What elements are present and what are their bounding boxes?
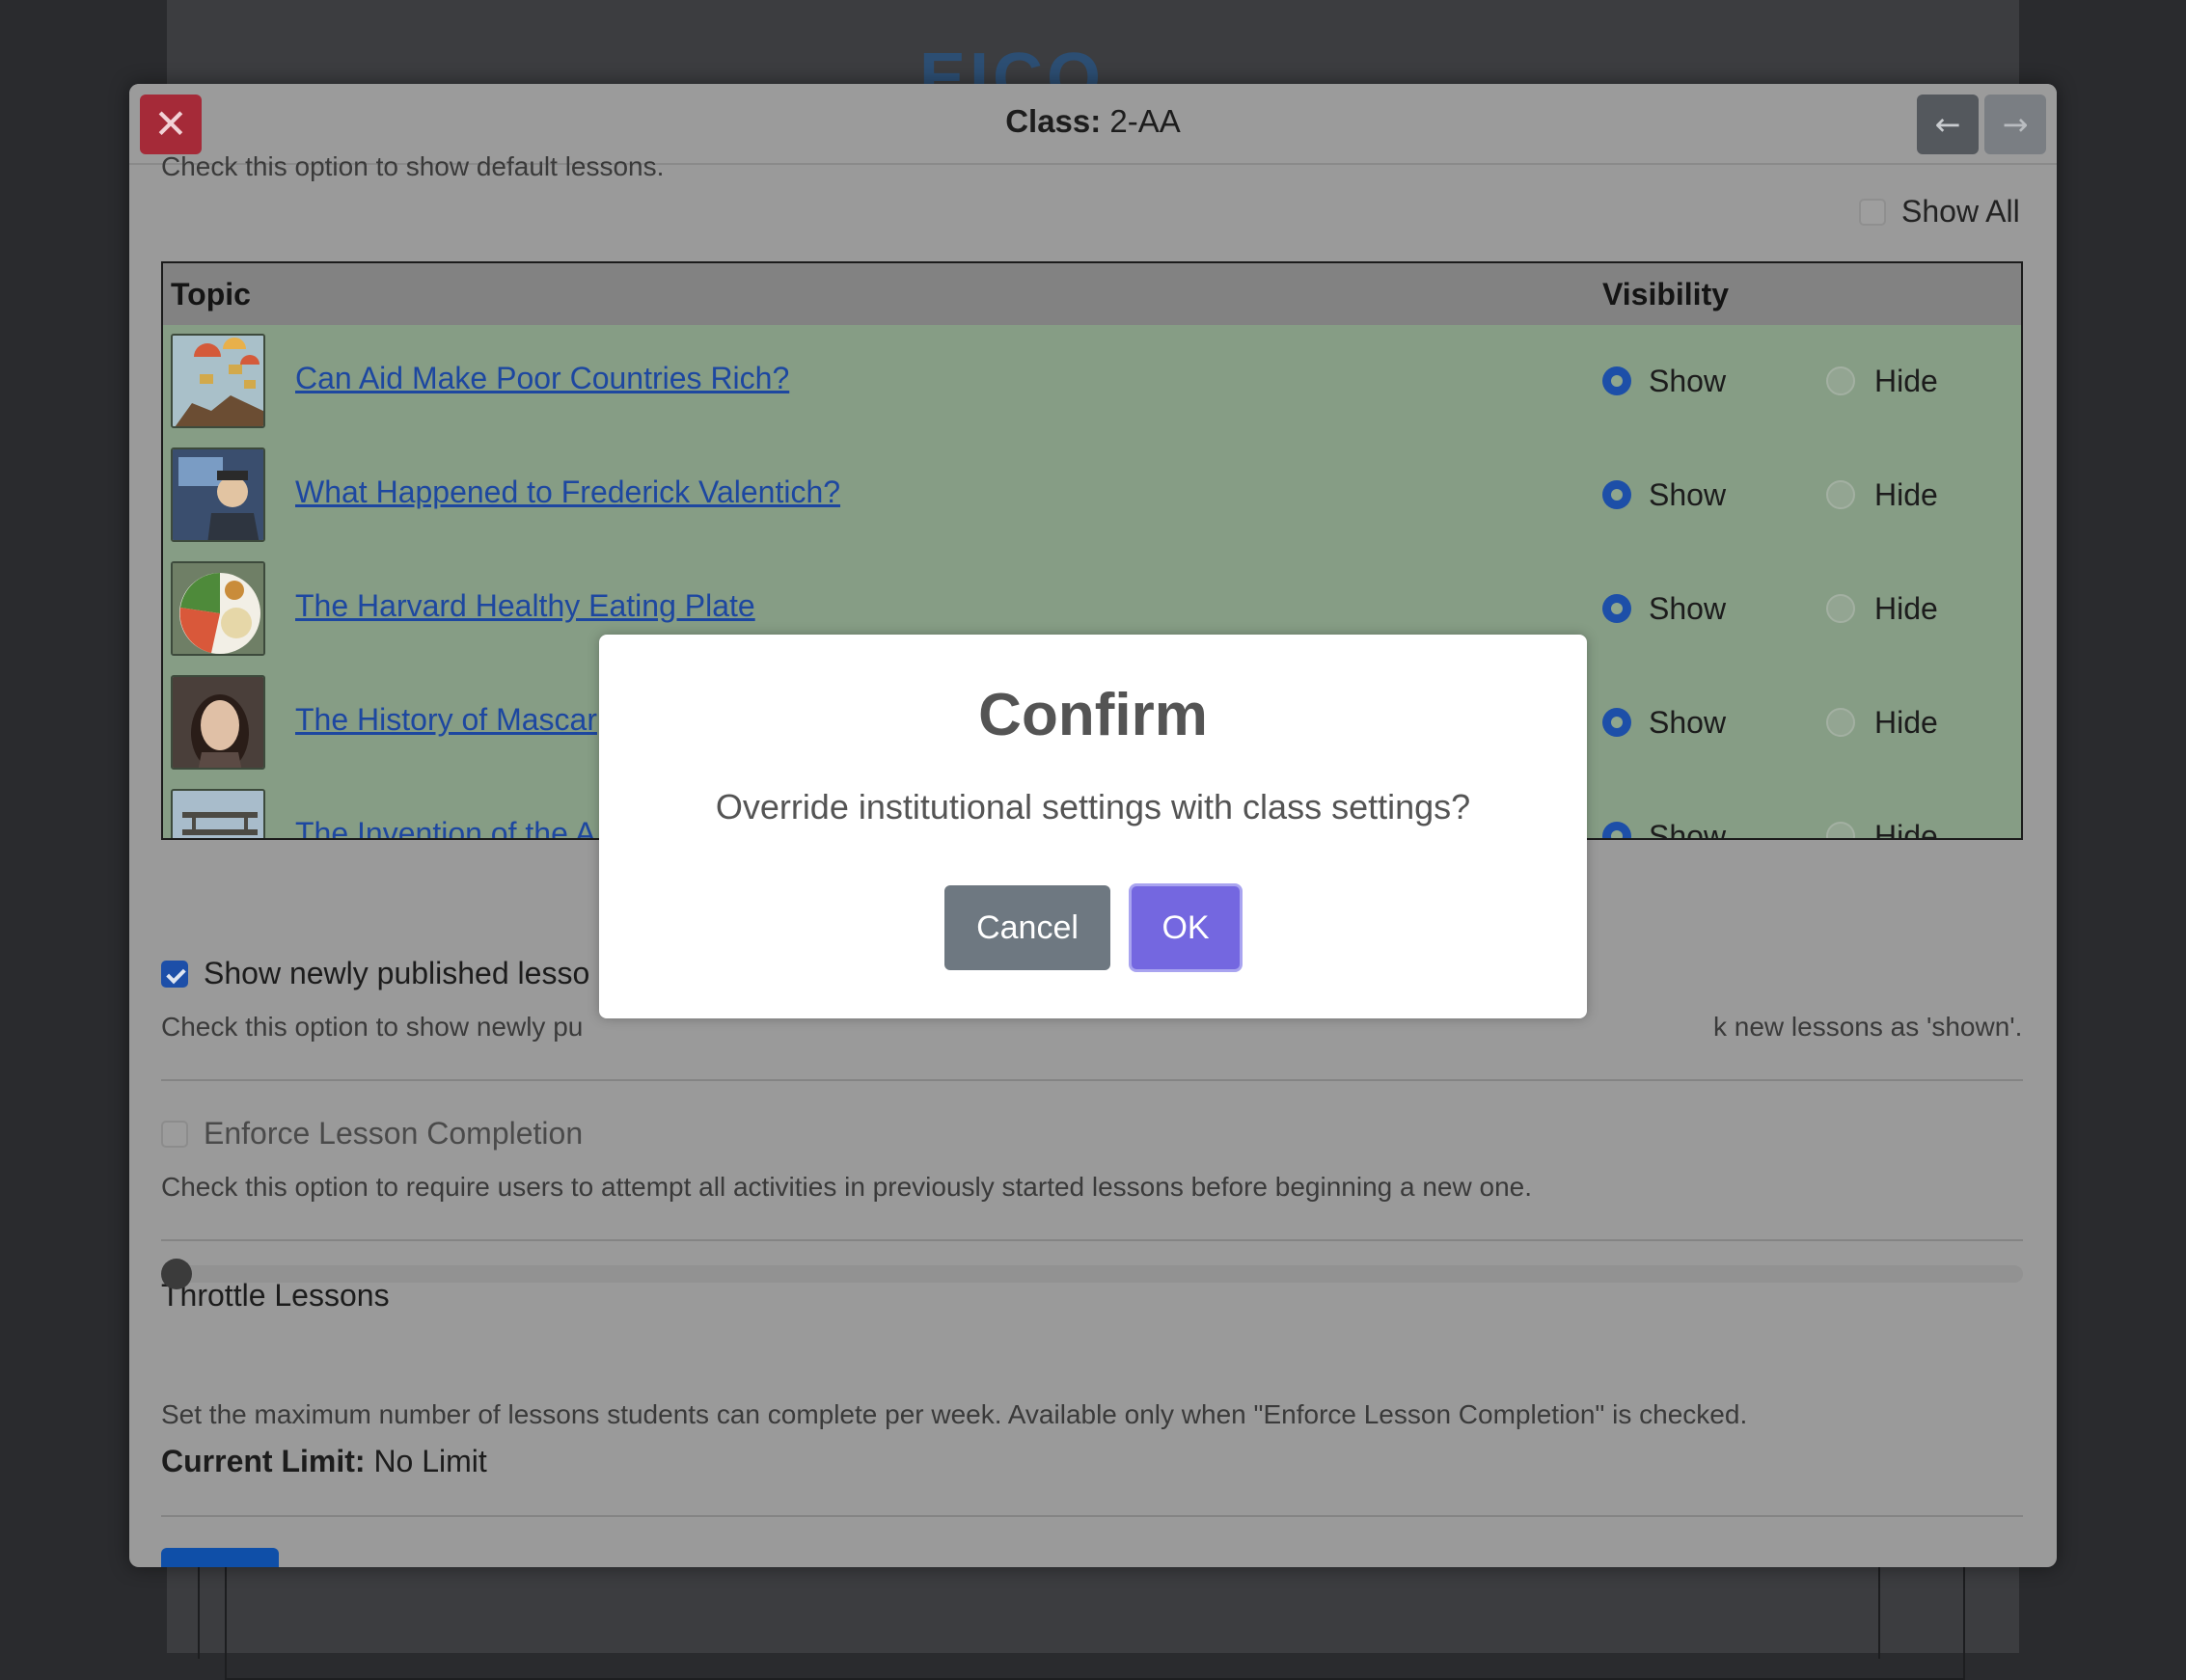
show-radio[interactable]: [1602, 594, 1631, 623]
throttle-slider-thumb[interactable]: [161, 1259, 192, 1289]
background-frame: [225, 1562, 1965, 1680]
show-radio[interactable]: [1602, 822, 1631, 838]
hide-radio[interactable]: [1826, 822, 1855, 838]
show-radio[interactable]: [1602, 480, 1631, 509]
confirm-title: Confirm: [978, 682, 1208, 748]
enforce-completion-toggle[interactable]: Enforce Lesson Completion: [161, 1116, 583, 1152]
pilot-portrait-icon: [173, 449, 263, 540]
divider: [161, 1515, 2023, 1517]
modal-title: Class: 2-AA: [129, 103, 2057, 140]
show-radio-label: Show: [1649, 591, 1727, 626]
modal-title-value: 2-AA: [1109, 103, 1181, 139]
lesson-link[interactable]: The Invention of the A: [295, 816, 595, 838]
parachute-aid-icon: [173, 336, 263, 426]
new-lessons-toggle[interactable]: Show newly published lesso: [161, 956, 589, 991]
arrow-left-icon: ←: [1934, 106, 1961, 143]
lesson-thumbnail: [171, 334, 265, 428]
header-visibility: Visibility: [1602, 277, 1730, 312]
new-lessons-help-left: Check this option to show newly pu: [161, 1012, 584, 1042]
enforce-completion-checkbox[interactable]: [161, 1120, 188, 1148]
new-lessons-checkbox[interactable]: [161, 960, 188, 988]
save-button[interactable]: Save: [161, 1548, 279, 1567]
show-radio[interactable]: [1602, 366, 1631, 395]
hide-radio[interactable]: [1826, 708, 1855, 737]
next-class-button[interactable]: →: [1984, 95, 2046, 154]
hide-radio-label: Hide: [1874, 477, 1938, 512]
woman-portrait-icon: [173, 677, 263, 768]
confirm-message: Override institutional settings with cla…: [715, 787, 1471, 826]
new-lessons-help-right: k new lessons as 'shown'.: [1713, 1012, 2023, 1042]
lesson-thumbnail: [171, 675, 265, 770]
hide-radio-label: Hide: [1874, 705, 1938, 740]
lesson-link[interactable]: The History of Mascar: [295, 702, 597, 738]
show-radio-label: Show: [1649, 819, 1727, 840]
hide-radio[interactable]: [1826, 366, 1855, 395]
throttle-slider-track[interactable]: [161, 1265, 2023, 1283]
lesson-thumbnail: [171, 789, 265, 838]
hide-radio[interactable]: [1826, 480, 1855, 509]
confirm-dialog: Confirm Override institutional settings …: [599, 635, 1587, 1018]
table-header: Topic Visibility: [163, 263, 2021, 325]
previous-class-button[interactable]: ←: [1917, 95, 1979, 154]
arrow-right-icon: →: [2002, 106, 2029, 143]
current-limit-label: Current Limit:: [161, 1444, 366, 1478]
divider: [161, 1079, 2023, 1081]
show-all-checkbox[interactable]: [1859, 198, 1886, 226]
current-limit: Current Limit: No Limit: [161, 1444, 487, 1479]
lesson-link[interactable]: The Harvard Healthy Eating Plate: [295, 588, 755, 624]
hide-radio[interactable]: [1826, 594, 1855, 623]
healthy-plate-icon: [173, 563, 263, 654]
lesson-link[interactable]: What Happened to Frederick Valentich?: [295, 474, 840, 510]
table-row: What Happened to Frederick Valentich? Sh…: [163, 439, 2021, 554]
cancel-button[interactable]: Cancel: [944, 885, 1110, 970]
header-topic: Topic: [171, 277, 251, 312]
throttle-help: Set the maximum number of lessons studen…: [161, 1399, 1748, 1429]
ok-button[interactable]: OK: [1129, 883, 1243, 972]
enforce-completion-label: Enforce Lesson Completion: [204, 1116, 584, 1151]
new-lessons-label: Show newly published lesso: [204, 956, 590, 990]
show-all-label: Show All: [1901, 194, 2020, 229]
table-row: Can Aid Make Poor Countries Rich? Show H…: [163, 325, 2021, 440]
lesson-thumbnail: [171, 561, 265, 656]
show-radio-label: Show: [1649, 364, 1727, 398]
show-all-toggle[interactable]: Show All: [1859, 194, 2020, 230]
show-radio-label: Show: [1649, 477, 1727, 512]
divider: [161, 1239, 2023, 1241]
enforce-completion-help: Check this option to require users to at…: [161, 1172, 1532, 1202]
throttle-heading: Throttle Lessons: [161, 1278, 390, 1313]
lesson-thumbnail: [171, 447, 265, 542]
current-limit-value: No Limit: [373, 1444, 487, 1478]
lesson-link[interactable]: Can Aid Make Poor Countries Rich?: [295, 361, 789, 396]
hide-radio-label: Hide: [1874, 364, 1938, 398]
hide-radio-label: Hide: [1874, 819, 1938, 840]
show-radio-label: Show: [1649, 705, 1727, 740]
hide-radio-label: Hide: [1874, 591, 1938, 626]
modal-title-label: Class:: [1005, 103, 1102, 139]
default-lessons-help: Check this option to show default lesson…: [161, 151, 665, 181]
biplane-icon: [173, 791, 263, 838]
show-radio[interactable]: [1602, 708, 1631, 737]
